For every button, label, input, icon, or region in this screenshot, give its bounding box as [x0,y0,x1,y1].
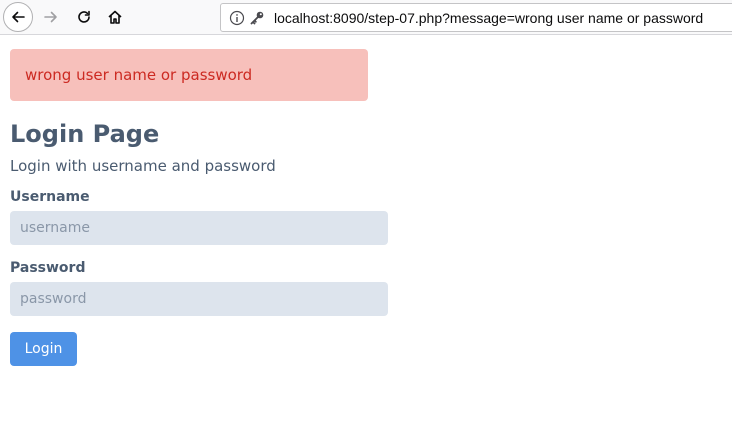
login-button[interactable]: Login [10,332,77,366]
back-arrow-icon [12,11,25,23]
forward-button[interactable] [36,2,66,32]
forward-arrow-icon [44,11,57,23]
info-icon[interactable] [229,10,245,26]
page-title: Login Page [10,120,160,148]
browser-toolbar: localhost:8090/step-07.php?message=wrong… [0,0,732,35]
home-button[interactable] [100,2,130,32]
address-bar[interactable]: localhost:8090/step-07.php?message=wrong… [220,3,732,32]
password-input[interactable] [10,282,388,316]
error-alert: wrong user name or password [10,49,368,101]
alert-message: wrong user name or password [25,66,253,84]
username-input[interactable] [10,211,388,245]
key-icon[interactable] [249,10,265,26]
reload-icon [78,10,90,23]
url-text[interactable]: localhost:8090/step-07.php?message=wrong… [274,10,703,26]
home-icon [108,10,122,24]
username-label: Username [10,189,90,205]
reload-button[interactable] [69,2,99,32]
page-content: wrong user name or password Login Page L… [10,49,410,366]
password-label: Password [10,260,86,276]
page-subtitle: Login with username and password [10,157,276,175]
back-button[interactable] [3,2,33,32]
login-form: Username Password Login [10,188,410,366]
